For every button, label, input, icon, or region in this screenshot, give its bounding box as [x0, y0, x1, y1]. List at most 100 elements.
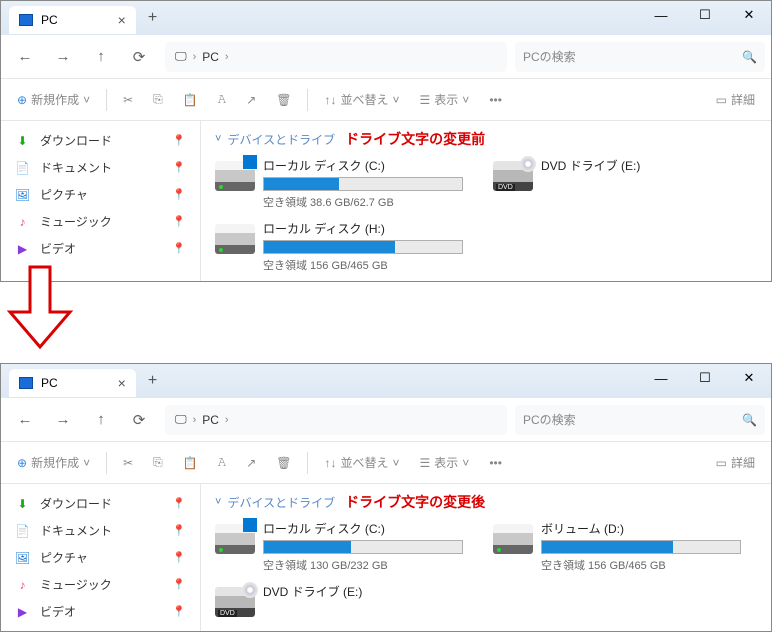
new-tab-button[interactable]: +: [148, 9, 157, 27]
dvd-icon: [215, 587, 255, 617]
forward-button[interactable]: →: [45, 404, 81, 436]
paste-button[interactable]: 📋: [175, 89, 206, 111]
breadcrumb[interactable]: 🖵 › PC ›: [165, 42, 507, 72]
drive-c[interactable]: ローカル ディスク (C:) 空き領域 130 GB/232 GB: [215, 520, 473, 573]
sidebar-item-downloads[interactable]: ⬇ダウンロード📍: [1, 127, 200, 154]
close-button[interactable]: ✕: [727, 1, 771, 29]
pc-icon: 🖵: [169, 49, 193, 64]
sidebar-item-documents[interactable]: 📄ドキュメント📍: [1, 517, 200, 544]
sidebar: ⬇ダウンロード📍 📄ドキュメント📍 🖼ピクチャ📍 ♪ミュージック📍 ▶ビデオ📍: [1, 121, 201, 281]
forward-button[interactable]: →: [45, 41, 81, 73]
sidebar: ⬇ダウンロード📍 📄ドキュメント📍 🖼ピクチャ📍 ♪ミュージック📍 ▶ビデオ📍: [1, 484, 201, 631]
back-button[interactable]: ←: [7, 41, 43, 73]
details-pane-button[interactable]: ▭ 詳細: [708, 450, 763, 475]
drive-dvd-e[interactable]: DVD ドライブ (E:): [215, 583, 473, 617]
drive-icon: [493, 524, 533, 554]
cut-button[interactable]: ✂: [115, 452, 141, 474]
delete-button[interactable]: 🗑: [268, 452, 299, 474]
breadcrumb[interactable]: 🖵 › PC ›: [165, 405, 507, 435]
minimize-button[interactable]: —: [639, 1, 683, 29]
sidebar-item-documents[interactable]: 📄ドキュメント📍: [1, 154, 200, 181]
chevron-right-icon: ›: [225, 414, 229, 426]
chevron-down-icon[interactable]: ˅: [215, 133, 221, 145]
sidebar-item-downloads[interactable]: ⬇ダウンロード📍: [1, 490, 200, 517]
explorer-window-before: PC × + — ☐ ✕ ← → ↑ ⟳ 🖵 › PC › PCの検索 🔍 ⊕新…: [0, 0, 772, 282]
pin-icon: 📍: [172, 605, 186, 618]
details-pane-button[interactable]: ▭ 詳細: [708, 87, 763, 112]
sidebar-item-pictures[interactable]: 🖼ピクチャ📍: [1, 544, 200, 571]
view-button[interactable]: ☰ 表示 ˅: [412, 450, 478, 475]
rename-button[interactable]: 𝙰: [210, 451, 234, 474]
drive-icon: [215, 161, 255, 191]
view-button[interactable]: ☰ 表示 ˅: [412, 87, 478, 112]
maximize-button[interactable]: ☐: [683, 364, 727, 392]
pin-icon: 📍: [172, 188, 186, 201]
section-label: デバイスとドライブ: [227, 131, 335, 148]
pin-icon: 📍: [172, 524, 186, 537]
sort-button[interactable]: ↑↓ 並べ替え ˅: [316, 450, 407, 475]
new-button[interactable]: ⊕新規作成˅: [9, 450, 98, 475]
content-pane: ˅ デバイスとドライブ ドライブ文字の変更後 ローカル ディスク (C:) 空き…: [201, 484, 771, 631]
sidebar-item-videos[interactable]: ▶ビデオ📍: [1, 598, 200, 625]
toolbar: ⊕新規作成˅ ✂ ⎘ 📋 𝙰 ↗ 🗑 ↑↓ 並べ替え ˅ ☰ 表示 ˅ ••• …: [1, 79, 771, 121]
paste-button[interactable]: 📋: [175, 452, 206, 474]
share-button[interactable]: ↗: [238, 452, 264, 474]
more-button[interactable]: •••: [481, 89, 510, 111]
sort-button[interactable]: ↑↓ 並べ替え ˅: [316, 87, 407, 112]
drive-d[interactable]: ボリューム (D:) 空き領域 156 GB/465 GB: [493, 520, 751, 573]
sidebar-item-videos[interactable]: ▶ビデオ📍: [1, 235, 200, 262]
close-tab-icon[interactable]: ×: [118, 375, 126, 391]
content-pane: ˅ デバイスとドライブ ドライブ文字の変更前 ローカル ディスク (C:) 空き…: [201, 121, 771, 281]
pin-icon: 📍: [172, 497, 186, 510]
sidebar-item-music[interactable]: ♪ミュージック📍: [1, 571, 200, 598]
drive-icon: [215, 524, 255, 554]
navbar: ← → ↑ ⟳ 🖵 › PC › PCの検索 🔍: [1, 35, 771, 79]
section-label: デバイスとドライブ: [227, 494, 335, 511]
drive-h[interactable]: ローカル ディスク (H:) 空き領域 156 GB/465 GB: [215, 220, 473, 273]
new-button[interactable]: ⊕新規作成˅: [9, 87, 98, 112]
dvd-icon: [493, 161, 533, 191]
close-tab-icon[interactable]: ×: [118, 12, 126, 28]
sidebar-item-pictures[interactable]: 🖼ピクチャ📍: [1, 181, 200, 208]
pin-icon: 📍: [172, 134, 186, 147]
pin-icon: 📍: [172, 161, 186, 174]
drive-c[interactable]: ローカル ディスク (C:) 空き領域 38.6 GB/62.7 GB: [215, 157, 473, 210]
pin-icon: 📍: [172, 578, 186, 591]
crumb-pc[interactable]: PC: [196, 50, 225, 64]
minimize-button[interactable]: —: [639, 364, 683, 392]
tab-pc[interactable]: PC ×: [9, 6, 136, 34]
search-placeholder: PCの検索: [523, 411, 576, 428]
search-icon: 🔍: [742, 50, 757, 64]
arrow-down-annotation: [0, 262, 80, 352]
maximize-button[interactable]: ☐: [683, 1, 727, 29]
back-button[interactable]: ←: [7, 404, 43, 436]
refresh-button[interactable]: ⟳: [121, 41, 157, 73]
search-placeholder: PCの検索: [523, 48, 576, 65]
delete-button[interactable]: 🗑: [268, 89, 299, 111]
chevron-right-icon: ›: [225, 51, 229, 63]
rename-button[interactable]: 𝙰: [210, 88, 234, 111]
toolbar: ⊕新規作成˅ ✂ ⎘ 📋 𝙰 ↗ 🗑 ↑↓ 並べ替え ˅ ☰ 表示 ˅ ••• …: [1, 442, 771, 484]
chevron-down-icon[interactable]: ˅: [215, 496, 221, 508]
crumb-pc[interactable]: PC: [196, 413, 225, 427]
new-tab-button[interactable]: +: [148, 372, 157, 390]
sidebar-item-music[interactable]: ♪ミュージック📍: [1, 208, 200, 235]
search-input[interactable]: PCの検索 🔍: [515, 42, 765, 72]
refresh-button[interactable]: ⟳: [121, 404, 157, 436]
annotation-before: ドライブ文字の変更前: [345, 129, 485, 149]
more-button[interactable]: •••: [481, 452, 510, 474]
cut-button[interactable]: ✂: [115, 89, 141, 111]
up-button[interactable]: ↑: [83, 41, 119, 73]
pin-icon: 📍: [172, 215, 186, 228]
tab-pc[interactable]: PC ×: [9, 369, 136, 397]
copy-button[interactable]: ⎘: [145, 451, 171, 474]
pin-icon: 📍: [172, 242, 186, 255]
drive-dvd-e[interactable]: DVD ドライブ (E:): [493, 157, 751, 210]
titlebar: PC × + — ☐ ✕: [1, 1, 771, 35]
share-button[interactable]: ↗: [238, 89, 264, 111]
close-button[interactable]: ✕: [727, 364, 771, 392]
explorer-window-after: PC × + — ☐ ✕ ← → ↑ ⟳ 🖵 › PC › PCの検索 🔍 ⊕新…: [0, 363, 772, 632]
copy-button[interactable]: ⎘: [145, 88, 171, 111]
up-button[interactable]: ↑: [83, 404, 119, 436]
search-input[interactable]: PCの検索 🔍: [515, 405, 765, 435]
